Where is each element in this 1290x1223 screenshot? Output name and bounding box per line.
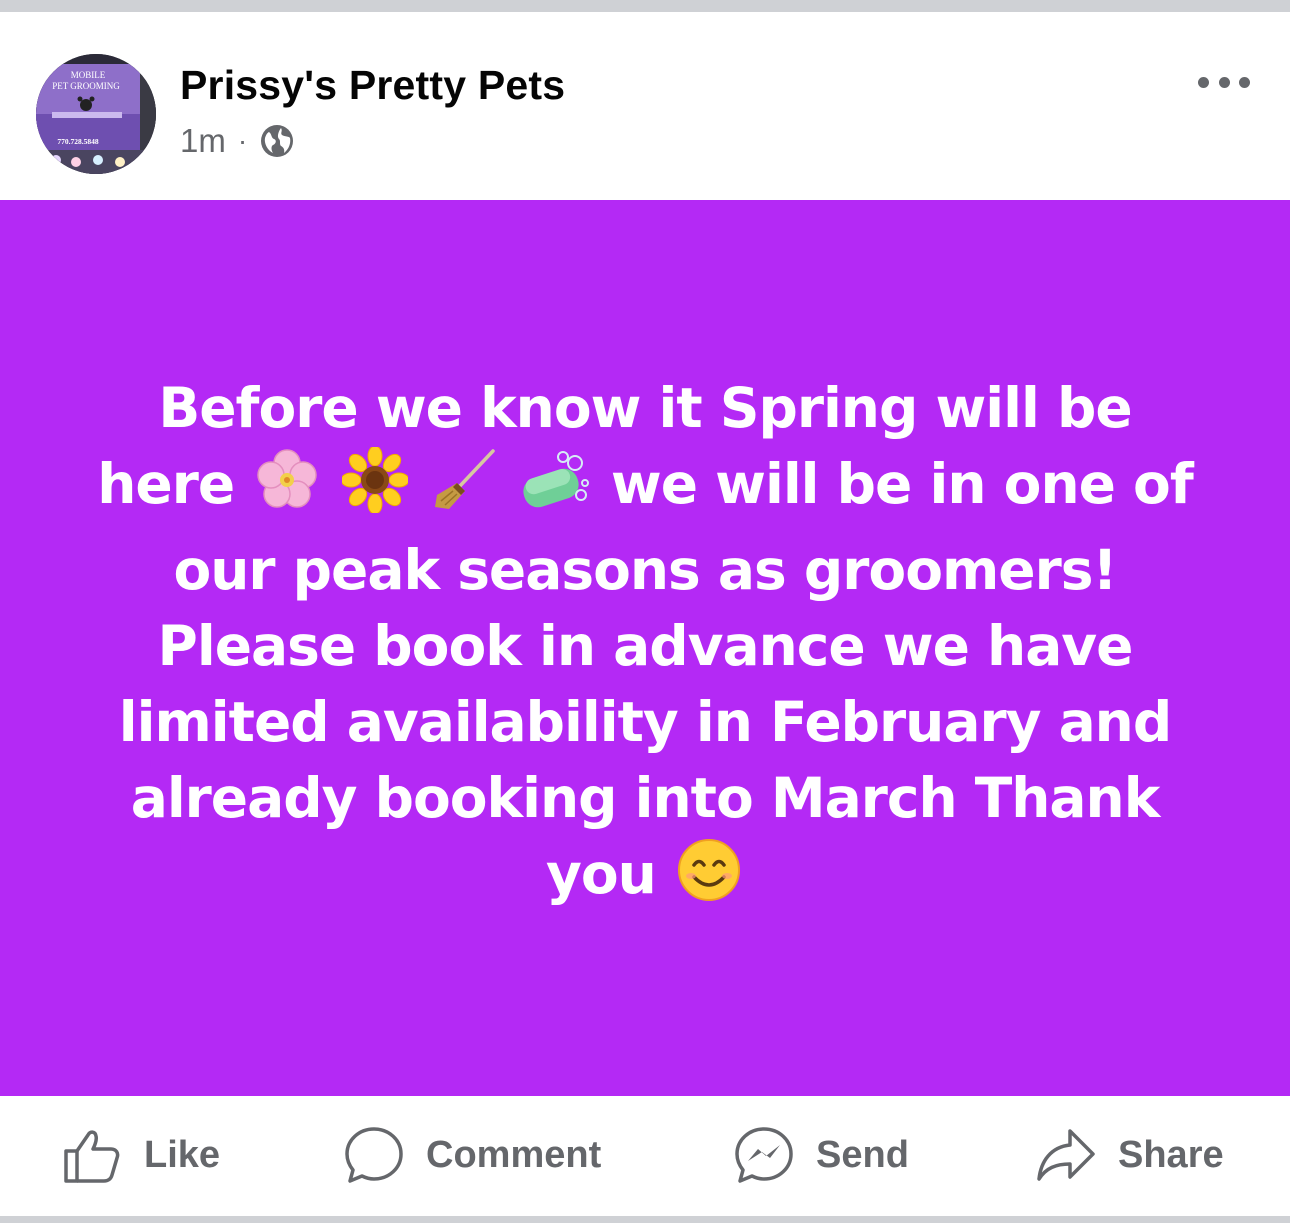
feed-divider [0,1216,1290,1223]
more-dot [1198,76,1209,88]
like-label: Like [144,1133,221,1176]
share-button[interactable]: Share [1036,1124,1224,1186]
comment-label: Comment [426,1133,602,1176]
sunflower-emoji [340,445,410,532]
post-text-line: already booking into March Thank [130,766,1161,830]
more-dot [1218,76,1230,88]
messenger-icon [734,1125,794,1185]
post-meta: 1m · [180,122,295,160]
post-text-line: limited availability in February and [118,690,1172,754]
page-name[interactable]: Prissy's Pretty Pets [180,62,565,109]
post-text-line: Please book in advance we have [157,614,1134,678]
post-text-line: here we will be in one of [60,445,1230,532]
globe-icon [259,123,295,159]
broom-emoji [431,447,497,532]
more-options-icon[interactable] [1198,70,1250,94]
send-label: Send [816,1133,909,1176]
avatar-image: MOBILE PET GROOMING 770.728.5848 [36,54,156,174]
post-text: Before we know it Spring will be here we… [60,370,1230,922]
post-text-segment: here [97,452,235,516]
thumbs-up-icon [62,1125,122,1185]
meta-separator: · [237,125,248,156]
post-text-segment: we will be in one of [610,452,1194,516]
soap-emoji [519,447,591,532]
facebook-post: MOBILE PET GROOMING 770.728.5848 Prissy'… [0,0,1290,1223]
cherry-blossom-emoji [254,447,320,532]
share-label: Share [1118,1133,1224,1176]
smiling-face-emoji [676,837,742,922]
post-text-line: our peak seasons as groomers! [173,538,1117,602]
post-text-line: Before we know it Spring will be [158,376,1132,440]
svg-text:PET GROOMING: PET GROOMING [52,81,120,91]
post-text-line: you [60,836,1230,922]
feed-divider [0,0,1290,12]
page-avatar[interactable]: MOBILE PET GROOMING 770.728.5848 [36,54,156,174]
post-actions-bar: Like Comment Send Share [0,1096,1290,1216]
comment-icon [344,1125,404,1185]
post-timestamp[interactable]: 1m [180,122,226,160]
send-button[interactable]: Send [734,1124,909,1186]
comment-button[interactable]: Comment [344,1124,601,1186]
post-header: MOBILE PET GROOMING 770.728.5848 Prissy'… [0,12,1290,200]
share-arrow-icon [1036,1125,1096,1185]
more-dot [1239,76,1250,88]
like-button[interactable]: Like [62,1124,220,1186]
svg-text:770.728.5848: 770.728.5848 [57,137,99,146]
post-text-segment: you [546,842,657,906]
svg-text:MOBILE: MOBILE [71,70,106,80]
